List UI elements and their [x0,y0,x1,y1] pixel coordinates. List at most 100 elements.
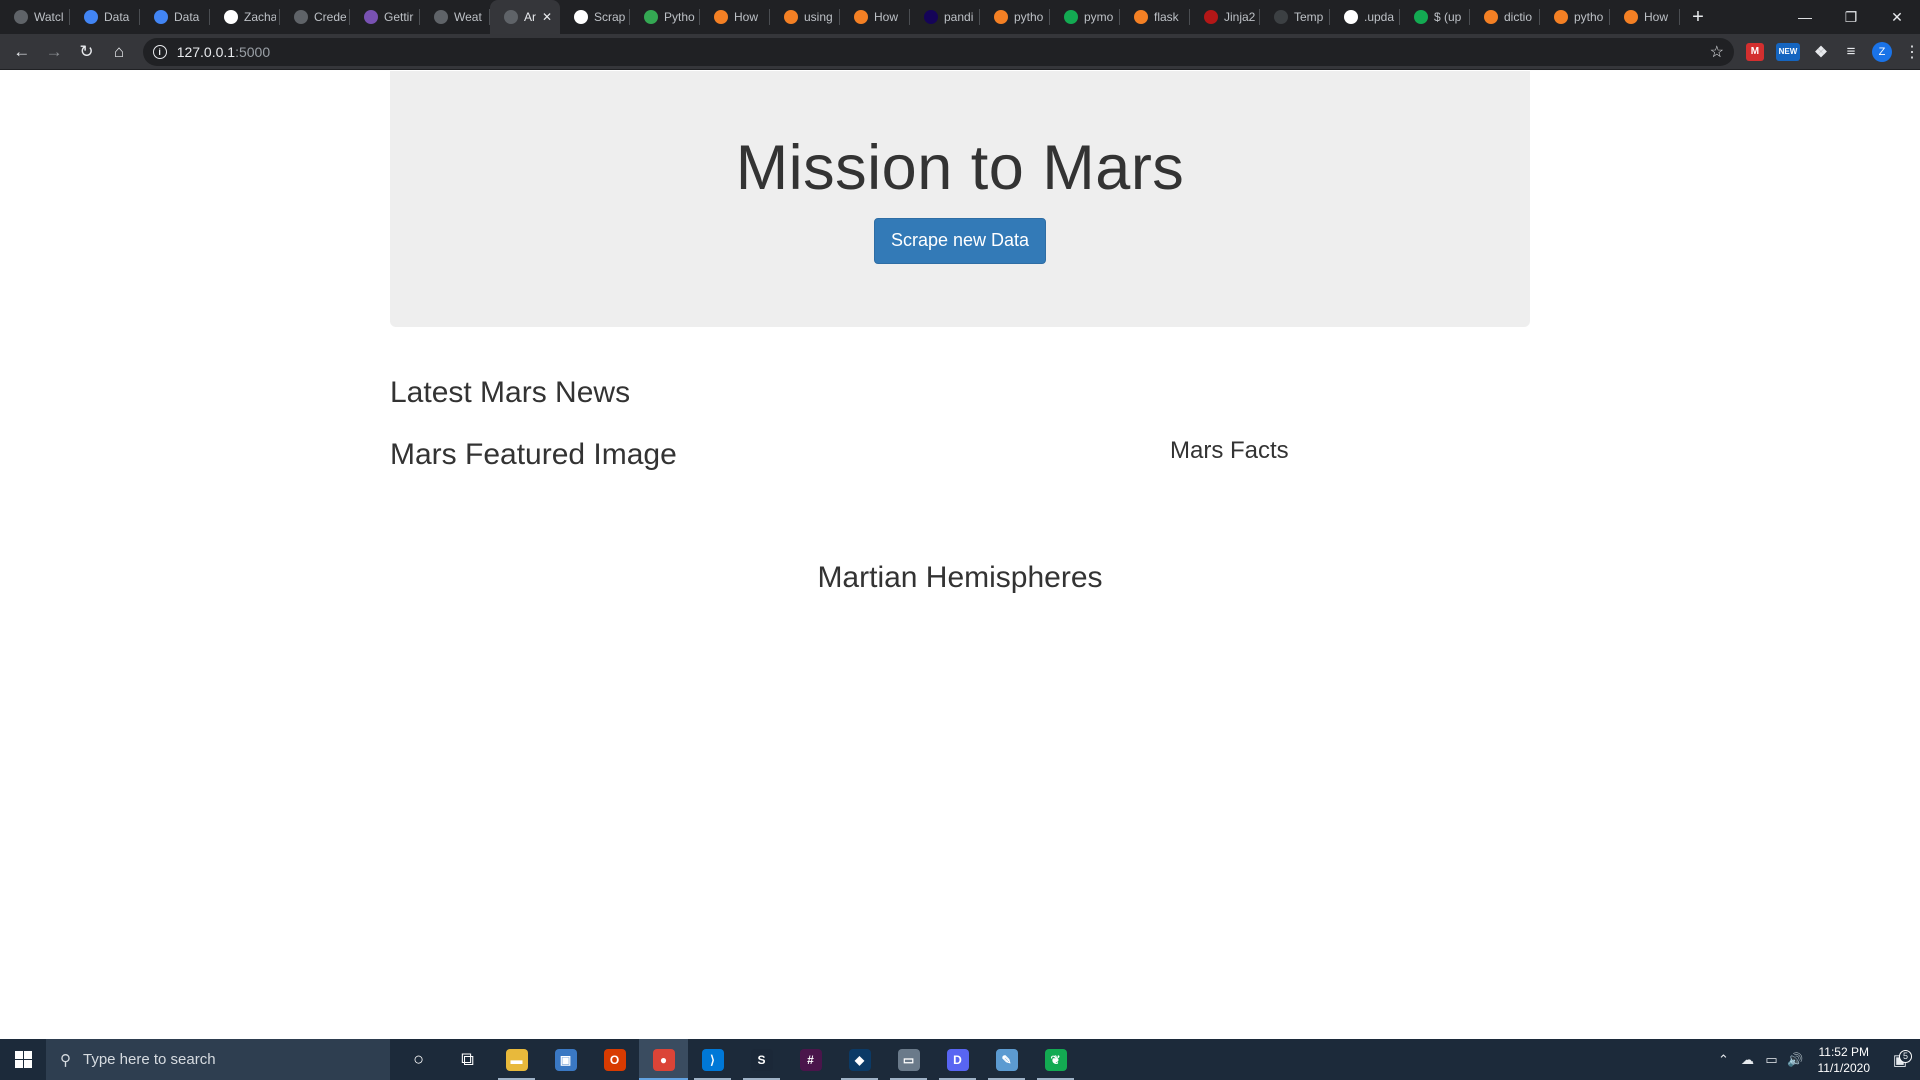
search-icon: ⚲ [60,1051,71,1069]
stackoverflow-icon [854,10,868,24]
stackoverflow-icon [1554,10,1568,24]
bookmark-star-icon[interactable]: ☆ [1710,42,1724,62]
scrape-new-data-button[interactable]: Scrape new Data [873,218,1047,264]
browser-tab[interactable]: How [700,0,770,34]
mars-facts-heading: Mars Facts [1170,437,1289,464]
jinja-icon [1204,10,1218,24]
browser-tab[interactable]: How [840,0,910,34]
chevron-up-icon[interactable]: ⌃ [1712,1052,1736,1068]
taskbar-app-button[interactable]: ▬ [492,1039,541,1080]
store-icon: ▣ [554,1048,577,1071]
taskbar-app-button[interactable]: ◆ [835,1039,884,1080]
browser-tab[interactable]: using [770,0,840,34]
taskbar-app-button[interactable]: ▭ [884,1039,933,1080]
taskbar-app-button[interactable]: # [786,1039,835,1080]
new-extension-icon[interactable]: NEW [1775,42,1800,61]
search-placeholder: Type here to search [83,1051,216,1068]
steam-icon: S [750,1048,773,1071]
taskbar-app-button[interactable]: ✎ [982,1039,1031,1080]
taskbar-app-button[interactable]: S [737,1039,786,1080]
taskbar-search-box[interactable]: ⚲ Type here to search [46,1039,390,1080]
taskbar-apps: ○ ⧉ ▬ ▣ O ● ⟩ S # ◆ ▭ D ✎ ❦ [394,1039,1080,1080]
taskbar-app-button[interactable]: ○ [394,1039,443,1080]
browser-tab[interactable]: Watcl [0,0,70,34]
home-icon[interactable]: ⌂ [103,36,134,68]
github-icon [224,10,238,24]
taskbar-app-button[interactable]: ⟩ [688,1039,737,1080]
url-host: 127.0.0.1 [176,43,236,60]
profile-avatar[interactable]: Z [1871,41,1892,62]
browser-tab[interactable]: dictio [1470,0,1540,34]
browser-tab[interactable]: Zacha [210,0,280,34]
gmail-extension-icon[interactable]: M [1745,42,1764,61]
onedrive-icon[interactable]: ☁ [1736,1052,1760,1068]
page-title: Mission to Mars [735,133,1185,203]
extensions-puzzle-icon[interactable]: ❖ [1812,43,1830,61]
network-icon[interactable]: ▭ [1760,1052,1784,1068]
tab-title: Temp [1294,10,1324,24]
volume-icon[interactable]: 🔊 [1784,1052,1808,1068]
tab-title: Jinja2 [1224,10,1256,24]
browser-tab[interactable]: How [1610,0,1680,34]
cortana-icon: ○ [413,1049,424,1069]
browser-tab[interactable]: Scrap [560,0,630,34]
stackoverflow-icon [714,10,728,24]
latest-mars-news-heading: Latest Mars News [390,376,631,409]
notification-center-icon[interactable]: ▣5 [1880,1049,1920,1069]
stackoverflow-icon [784,10,798,24]
taskbar-app-button[interactable]: O [590,1039,639,1080]
close-window-icon[interactable]: ✕ [1874,0,1920,34]
reload-icon[interactable]: ↻ [71,36,102,68]
address-bar[interactable]: i 127.0.0.1:5000 ☆ [142,37,1734,66]
tab-list: Watcl Data Data Zacha Crede Gettir Weat Ar ✕ Scra… [0,0,1680,34]
browser-tab[interactable]: Gettir [350,0,420,34]
browser-tab[interactable]: Pytho [630,0,700,34]
taskbar-app-button[interactable]: ▣ [541,1039,590,1080]
taskbar-app-button[interactable]: ⧉ [443,1039,492,1080]
browser-tab[interactable]: pytho [1540,0,1610,34]
mars-featured-image-heading: Mars Featured Image [390,438,677,471]
task-view-icon: ⧉ [461,1049,474,1069]
taskbar-app-button[interactable]: ● [639,1039,688,1080]
check-circle-icon [574,10,588,24]
windows-taskbar: ⚲ Type here to search ○ ⧉ ▬ ▣ O ● ⟩ S # ◆ ▭ D ✎ ❦ ⌃ ☁… [0,1039,1920,1080]
browser-tab[interactable]: Data [70,0,140,34]
back-icon[interactable]: ← [6,36,37,68]
vscode-icon: ⟩ [701,1048,724,1071]
browser-tab[interactable]: .upda [1330,0,1400,34]
browser-tab[interactable]: pytho [980,0,1050,34]
globe-icon [14,10,28,24]
browser-tab[interactable]: pymo [1050,0,1120,34]
page-container: Mission to Mars Scrape new Data Latest M… [390,71,1530,594]
browser-tab[interactable]: Data [140,0,210,34]
forward-icon[interactable]: → [38,36,69,68]
browser-toolbar: ← → ↻ ⌂ i 127.0.0.1:5000 ☆ M NEW ❖ ≡ Z ⋮ [0,34,1920,70]
taskbar-app-button[interactable]: D [933,1039,982,1080]
jumbotron: Mission to Mars Scrape new Data [390,71,1530,327]
taskbar-app-button[interactable]: ❦ [1031,1039,1080,1080]
pandas-icon [924,10,938,24]
clock[interactable]: 11:52 PM 11/1/2020 [1808,1044,1881,1076]
minimize-icon[interactable]: — [1782,0,1828,34]
browser-tab[interactable]: Temp [1260,0,1330,34]
browser-tab[interactable]: flask [1120,0,1190,34]
browser-tab[interactable]: Jinja2 [1190,0,1260,34]
kebab-menu-icon[interactable]: ⋮ [1904,42,1920,62]
browser-tab[interactable]: Weat [420,0,490,34]
tab-title: How [874,10,899,24]
new-tab-button[interactable]: + [1680,0,1716,34]
close-tab-icon[interactable]: ✕ [542,10,552,24]
start-button[interactable] [0,1039,46,1080]
tab-title: Data [174,10,200,24]
stackoverflow-icon [994,10,1008,24]
browser-tab[interactable]: Ar ✕ [490,0,560,34]
restore-icon[interactable]: ❐ [1828,0,1874,34]
url-port: :5000 [235,43,271,60]
browser-tab[interactable]: pandi [910,0,980,34]
reading-list-icon[interactable]: ≡ [1842,43,1860,61]
site-info-icon[interactable]: i [152,44,167,59]
browser-tab[interactable]: $ (up [1400,0,1470,34]
tab-title: Scrap [594,10,626,24]
martian-hemispheres-heading: Martian Hemispheres [817,561,1103,594]
browser-tab[interactable]: Crede [280,0,350,34]
